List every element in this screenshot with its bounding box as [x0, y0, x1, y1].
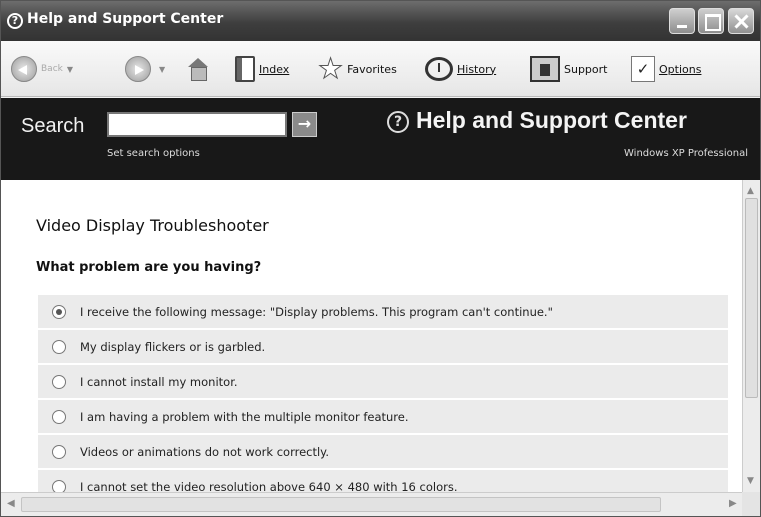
- checkmark-icon: ✓: [631, 56, 655, 82]
- radio-button[interactable]: [52, 339, 66, 354]
- help-center-icon: ?: [7, 13, 23, 29]
- option-label: I cannot install my monitor.: [80, 374, 238, 389]
- option-label: My display flickers or is garbled.: [80, 339, 266, 354]
- problem-option[interactable]: I cannot install my monitor.: [38, 365, 728, 398]
- problem-option[interactable]: I receive the following message: "Displa…: [38, 295, 728, 328]
- clock-icon: [425, 57, 453, 81]
- problem-option[interactable]: Videos or animations do not work correct…: [38, 435, 728, 468]
- options-button[interactable]: ✓ Options: [631, 41, 701, 97]
- radio-button[interactable]: [52, 409, 66, 424]
- forward-dropdown-icon[interactable]: ▼: [159, 65, 165, 74]
- home-icon: [187, 58, 209, 81]
- vertical-scroll-thumb[interactable]: [745, 198, 758, 398]
- page-title: Video Display Troubleshooter: [36, 216, 269, 235]
- problem-option[interactable]: My display flickers or is garbled.: [38, 330, 728, 363]
- content-pane: Video Display Troubleshooter What proble…: [1, 180, 742, 503]
- question-heading: What problem are you having?: [36, 260, 262, 275]
- support-label: Support: [564, 62, 608, 76]
- header-band: Search → Set search options ? Help and S…: [1, 98, 760, 180]
- back-label: Back: [41, 64, 63, 74]
- back-arrow-icon: [11, 56, 37, 82]
- minimize-button[interactable]: [669, 8, 695, 34]
- problem-options-list: I receive the following message: "Displa…: [38, 295, 728, 505]
- header-title: Help and Support Center: [416, 107, 687, 133]
- help-icon: ?: [387, 111, 409, 133]
- search-input[interactable]: [107, 112, 287, 137]
- close-button[interactable]: [728, 8, 754, 34]
- title-bar[interactable]: ? Help and Support Center: [1, 1, 760, 41]
- option-label: Videos or animations do not work correct…: [80, 444, 329, 459]
- favorites-label: Favorites: [347, 62, 397, 76]
- favorites-button[interactable]: ★ Favorites: [317, 41, 397, 97]
- horizontal-scrollbar[interactable]: ◀ ▶: [1, 492, 742, 516]
- scroll-right-arrow-icon[interactable]: ▶: [729, 498, 737, 509]
- home-button[interactable]: [187, 41, 213, 97]
- scroll-up-arrow-icon[interactable]: ▲: [747, 186, 754, 196]
- option-label: I receive the following message: "Displa…: [80, 304, 553, 319]
- help-and-support-window: ? Help and Support Center Back ▼ ▼ Index…: [0, 0, 761, 517]
- search-go-button[interactable]: →: [292, 112, 317, 137]
- forward-button[interactable]: ▼: [125, 41, 165, 97]
- toolbar: Back ▼ ▼ Index ★ Favorites History Suppo…: [1, 41, 760, 97]
- support-icon: [530, 56, 560, 82]
- back-button[interactable]: Back ▼: [11, 41, 73, 97]
- arrow-right-icon: →: [297, 114, 312, 133]
- history-button[interactable]: History: [425, 41, 496, 97]
- radio-button[interactable]: [52, 304, 66, 319]
- option-label: I am having a problem with the multiple …: [80, 409, 409, 424]
- search-label: Search: [21, 115, 85, 137]
- support-button[interactable]: Support: [530, 41, 607, 97]
- maximize-button[interactable]: [698, 8, 724, 34]
- forward-arrow-icon: [125, 56, 151, 82]
- horizontal-scroll-thumb[interactable]: [21, 497, 661, 512]
- scroll-left-arrow-icon[interactable]: ◀: [7, 498, 15, 509]
- back-dropdown-icon[interactable]: ▼: [67, 65, 73, 74]
- scrollbar-corner: [742, 492, 760, 516]
- star-icon: ★: [317, 52, 344, 85]
- history-label: History: [457, 62, 497, 76]
- book-icon: [235, 56, 255, 82]
- problem-option[interactable]: I am having a problem with the multiple …: [38, 400, 728, 433]
- options-label: Options: [659, 62, 702, 76]
- vertical-scrollbar[interactable]: ▲ ▼: [742, 180, 760, 492]
- scroll-down-arrow-icon[interactable]: ▼: [747, 476, 754, 486]
- index-label: Index: [259, 62, 290, 76]
- radio-button[interactable]: [52, 444, 66, 459]
- window-title: Help and Support Center: [27, 11, 224, 27]
- windows-edition: Windows XP Professional: [624, 148, 748, 159]
- index-button[interactable]: Index: [235, 41, 289, 97]
- radio-button[interactable]: [52, 374, 66, 389]
- set-search-options-link[interactable]: Set search options: [107, 148, 200, 159]
